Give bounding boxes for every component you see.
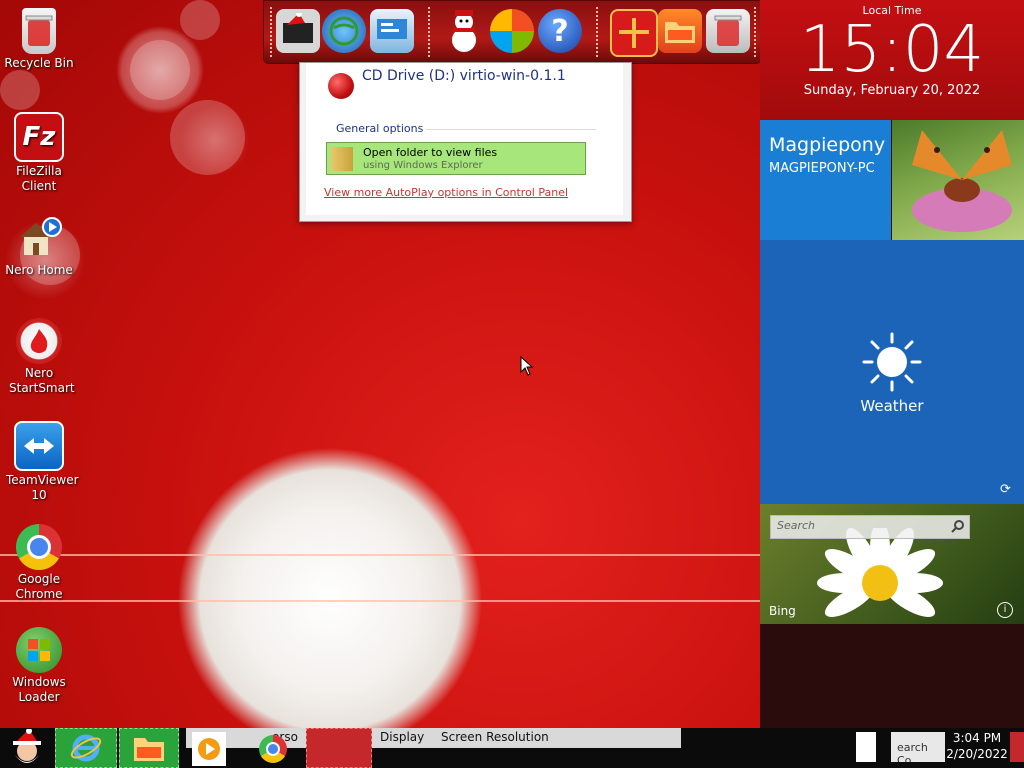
user-name: Magpiepony [769,134,886,156]
taskbar-file-explorer[interactable] [119,728,179,768]
desktop-icon-label: Nero StartSmart [9,366,75,395]
control-panel-icon[interactable] [370,9,414,53]
snowman-icon[interactable] [442,9,486,53]
autoplay-dialog: CD Drive (D:) virtio-win-0.1.1 General o… [299,62,632,222]
globe-computer-icon[interactable] [322,9,366,53]
taskbar-chrome[interactable] [256,732,290,766]
nero-home-icon [16,215,62,261]
trash-icon[interactable] [706,9,750,53]
taskbar-media-player[interactable] [192,732,226,766]
recycle-bin-icon [22,8,56,54]
dock-separator [754,7,756,57]
bing-search-placeholder: Search [777,519,816,532]
bokeh-light [0,70,40,110]
bokeh-light [130,40,190,100]
desktop-icon-label: Windows Loader [12,675,66,704]
search-icon[interactable] [951,519,965,533]
dialog-title: CD Drive (D:) virtio-win-0.1.1 [362,68,566,84]
taskbar-item-display[interactable]: Display [380,730,424,744]
nero-startsmart-icon [16,318,62,364]
start-button[interactable] [0,728,54,768]
autoplay-options-link[interactable]: View more AutoPlay options in Control Pa… [324,186,568,199]
internet-explorer-icon [70,734,102,762]
weather-label: Weather [860,397,924,415]
bing-search-box[interactable]: Search [770,515,970,539]
cd-drive-icon [328,73,354,99]
chrome-icon [16,524,62,570]
info-icon[interactable]: i [997,602,1013,618]
dock-separator [596,7,598,57]
section-heading: General options [336,122,424,135]
tray-search-box[interactable]: earch Co [891,732,945,762]
windows-ball-icon[interactable] [490,9,534,53]
desktop-icon-chrome[interactable]: Google Chrome [0,520,78,602]
gift-icon[interactable] [610,9,658,57]
bing-tile[interactable]: Search Bing i [760,504,1024,624]
start-side-panel: Local Time 15:04 Sunday, February 20, 20… [760,0,1024,728]
tray-time: 3:04 PM [952,731,1002,745]
folder-icon [134,738,164,761]
tray-search-text: earch Co [897,741,928,762]
desktop-icon-label: FileZilla Client [16,164,62,193]
top-dock: ? [263,0,762,64]
tray-date: 2/20/2022 [946,747,1008,761]
section-divider [426,129,596,130]
option-subtitle: using Windows Explorer [363,160,483,171]
desktop-icon-recycle-bin[interactable]: Recycle Bin [0,4,78,71]
mouse-cursor-icon [520,356,534,376]
clock-tile: Local Time 15:04 Sunday, February 20, 20… [760,0,1024,120]
desktop-icon-label: TeamViewer 10 [6,473,79,502]
taskbar-internet-explorer[interactable] [55,728,117,768]
refresh-icon[interactable]: ⟳ [1000,482,1011,497]
bokeh-light [180,0,220,40]
light-streak [0,600,762,602]
desktop-icon-nero-startsmart[interactable]: Nero StartSmart [0,314,78,396]
show-desktop-button[interactable] [1010,732,1024,762]
option-title: Open folder to view files [363,146,498,159]
user-avatar [892,120,1024,240]
teamviewer-icon [14,421,64,471]
user-tile[interactable]: Magpiepony MAGPIEPONY-PC [760,120,1024,240]
santa-start-icon [13,729,41,763]
chrome-icon [259,735,287,763]
tray-white-box [856,732,876,762]
santa-computer-icon[interactable] [276,9,320,53]
sun-icon [862,332,922,392]
folder-icon[interactable] [658,9,702,53]
info-glyph: i [1003,604,1007,615]
dock-separator [428,7,430,57]
light-streak [0,554,762,556]
clock-time: 15:04 [799,13,985,87]
media-player-icon [198,738,220,760]
desktop-icon-label: Recycle Bin [4,56,74,70]
open-folder-option[interactable]: Open folder to view files using Windows … [326,142,586,175]
windows-loader-icon [16,627,62,673]
taskbar: erso Display Screen Resolution earch Co … [0,728,1024,768]
help-icon[interactable]: ? [538,9,582,53]
bing-label: Bing [769,604,796,618]
weather-tile[interactable]: Weather ⟳ [760,240,1024,504]
system-clock[interactable]: 3:04 PM 2/20/2022 [946,730,1008,762]
filezilla-icon: Fz [14,112,64,162]
folder-icon [331,147,353,171]
dock-separator [270,7,272,57]
machine-name: MAGPIEPONY-PC [769,161,875,176]
desktop-icon-nero-home[interactable]: Nero Home [0,211,78,278]
desktop-icon-label: Nero Home [5,263,73,277]
daisy-image [817,528,943,617]
desktop-icon-windows-loader[interactable]: Windows Loader [0,623,78,705]
desktop-icon-teamviewer[interactable]: TeamViewer 10 [0,417,79,503]
desktop-icon-label: Google Chrome [15,572,63,601]
taskbar-active-window[interactable] [306,728,372,768]
bokeh-light [170,100,245,175]
help-glyph: ? [551,13,569,49]
desktop-icon-filezilla[interactable]: Fz FileZilla Client [0,108,78,194]
taskbar-item-screen-resolution[interactable]: Screen Resolution [441,730,549,744]
